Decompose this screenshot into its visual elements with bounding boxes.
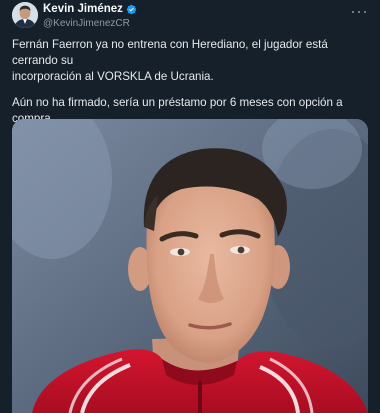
author-display-name[interactable]: Kevin Jiménez [43,3,123,16]
more-icon[interactable] [352,7,366,17]
tweet-media-photo[interactable] [12,119,368,413]
player-portrait-photo [12,119,368,413]
verified-badge-icon [126,4,137,15]
avatar[interactable] [12,2,38,28]
tweet-paragraph-1: Fernán Faerron ya no entrena con Heredia… [12,38,328,83]
tweet-card[interactable]: Kevin Jiménez @KevinJimenezCR Fernán Fae… [0,0,380,413]
author-handle[interactable]: @KevinJimenezCR [43,17,137,30]
tweet-header: Kevin Jiménez @KevinJimenezCR [12,2,368,32]
author-names: Kevin Jiménez @KevinJimenezCR [43,3,137,30]
avatar-photo-icon [12,2,38,28]
